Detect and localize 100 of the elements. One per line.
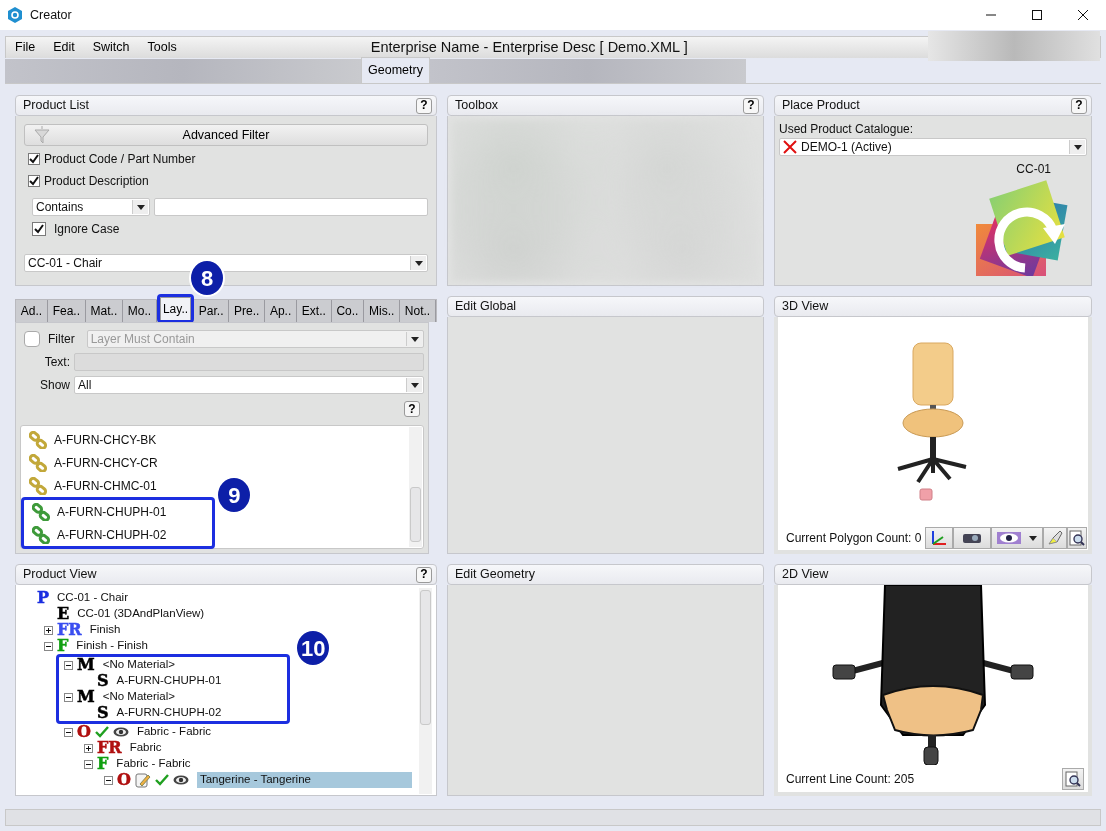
collapse-icon[interactable] bbox=[44, 641, 53, 651]
collapse-icon[interactable] bbox=[104, 775, 113, 785]
caret-icon bbox=[410, 382, 419, 388]
highlighter-icon bbox=[1047, 530, 1064, 546]
tab[interactable]: Lay.. bbox=[159, 297, 192, 320]
layer-item[interactable]: A-FURN-CHCY-BK bbox=[21, 428, 165, 451]
node-type-letter: M bbox=[77, 689, 95, 705]
catalogue-label: Used Product Catalogue: bbox=[779, 121, 915, 138]
text-field[interactable] bbox=[74, 353, 424, 371]
help-button[interactable]: ? bbox=[416, 566, 432, 583]
checkbox[interactable] bbox=[32, 222, 46, 236]
node-type-letter: P bbox=[37, 590, 50, 606]
node-type-letter: S bbox=[97, 673, 109, 689]
window-title: Creator bbox=[30, 6, 72, 24]
node-type-letter: FR bbox=[97, 740, 122, 756]
checkbox-label: Ignore Case bbox=[54, 221, 120, 238]
zoom-button[interactable] bbox=[1067, 527, 1088, 549]
scrollbar[interactable] bbox=[419, 588, 432, 794]
document-title: Enterprise Name - Enterprise Desc [ Demo.XML ] bbox=[370, 37, 688, 57]
scrollbar[interactable] bbox=[409, 427, 422, 547]
node-type-letter: O bbox=[77, 724, 91, 740]
menu-item[interactable]: Edit bbox=[44, 38, 84, 57]
tree-item[interactable]: M <No Material> bbox=[64, 657, 181, 673]
zoom-icon bbox=[1065, 771, 1081, 787]
caret-icon bbox=[414, 260, 423, 266]
node-type-letter: F bbox=[97, 756, 109, 772]
node-type-letter: E bbox=[57, 606, 70, 622]
expand-icon[interactable] bbox=[44, 625, 53, 635]
node-type-letter: S bbox=[97, 705, 109, 721]
tree-item[interactable]: M <No Material> bbox=[64, 689, 181, 705]
tree-item[interactable]: S A-FURN-CHUPH-02 bbox=[84, 705, 228, 721]
layer-item[interactable]: A-FURN-CHCY-CR bbox=[21, 451, 166, 474]
tree-item[interactable]: F Finish - Finish bbox=[44, 638, 154, 654]
layer-item[interactable]: A-FURN-CHUPH-01 bbox=[24, 500, 175, 523]
search-field[interactable] bbox=[154, 198, 428, 216]
match-mode-dropdown[interactable]: Contains bbox=[32, 198, 150, 216]
help-button[interactable]: ? bbox=[743, 97, 759, 114]
caret-icon bbox=[1029, 535, 1038, 541]
node-type-letter: M bbox=[77, 657, 95, 673]
line-count: Current Line Count: 205 bbox=[786, 771, 915, 788]
help-button[interactable]: ? bbox=[404, 401, 420, 417]
product-dropdown[interactable]: CC-01 - Chair bbox=[24, 254, 428, 272]
zoom-button[interactable] bbox=[1062, 768, 1084, 790]
camera-button[interactable] bbox=[953, 527, 992, 549]
caret-icon bbox=[1073, 144, 1082, 150]
check-icon bbox=[29, 154, 39, 164]
checkbox[interactable] bbox=[28, 175, 40, 187]
callout-number: 10 bbox=[295, 629, 332, 667]
funnel-icon bbox=[33, 126, 51, 144]
callout-number: 9 bbox=[216, 476, 253, 514]
field-label: Show bbox=[38, 377, 70, 394]
tree-item[interactable]: S A-FURN-CHUPH-01 bbox=[84, 673, 228, 689]
panel-title: Place Product bbox=[782, 97, 860, 115]
close-icon bbox=[1078, 10, 1088, 20]
tree-item[interactable]: F Fabric - Fabric bbox=[84, 756, 197, 772]
help-button[interactable]: ? bbox=[416, 97, 432, 114]
checkbox-label: Product Description bbox=[44, 173, 149, 190]
check-icon bbox=[29, 176, 39, 186]
tree-item[interactable]: FR Finish bbox=[44, 622, 127, 638]
collapse-icon[interactable] bbox=[64, 660, 73, 670]
checkbox[interactable] bbox=[28, 153, 40, 165]
node-type-letter: O bbox=[117, 772, 131, 788]
field-label: Text: bbox=[43, 354, 70, 371]
panel-title: Edit Global bbox=[455, 298, 517, 316]
cross-icon bbox=[783, 140, 797, 154]
highlight-button[interactable] bbox=[1043, 527, 1068, 549]
product-code: CC-01 bbox=[1016, 161, 1051, 178]
caret-icon bbox=[410, 336, 419, 342]
catalogue-dropdown[interactable]: DEMO-1 (Active) bbox=[779, 138, 1087, 156]
layer-item[interactable]: A-FURN-CHUPH-02 bbox=[24, 523, 175, 546]
node-type-letter: F bbox=[57, 638, 69, 654]
tree-item[interactable]: P CC-01 - Chair bbox=[24, 590, 134, 606]
tree-item[interactable]: FR Fabric bbox=[84, 740, 168, 756]
tree-item[interactable]: E CC-01 (3DAndPlanView) bbox=[44, 606, 211, 622]
expand-icon[interactable] bbox=[84, 743, 93, 753]
maximize-icon bbox=[1032, 10, 1042, 20]
show-dropdown[interactable]: All bbox=[74, 376, 424, 394]
zoom-icon bbox=[1069, 530, 1086, 546]
help-button[interactable]: ? bbox=[1071, 97, 1087, 114]
axes-button[interactable] bbox=[925, 527, 954, 549]
checkbox-label: Product Code / Part Number bbox=[44, 151, 196, 168]
layer-item[interactable]: A-FURN-CHMC-01 bbox=[21, 474, 165, 497]
caret-icon bbox=[136, 204, 145, 210]
panel-title: 2D View bbox=[782, 566, 829, 584]
menu-item[interactable]: Tools bbox=[138, 38, 186, 57]
menu-item[interactable]: Switch bbox=[83, 38, 139, 57]
panel-title: Product View bbox=[23, 566, 97, 584]
axes-icon bbox=[931, 530, 948, 546]
panel-title: Edit Geometry bbox=[455, 566, 535, 584]
menu-item[interactable]: File bbox=[6, 38, 45, 57]
tab[interactable]: Geometry bbox=[361, 57, 430, 83]
checkbox[interactable] bbox=[24, 331, 40, 347]
collapse-icon[interactable] bbox=[64, 692, 73, 702]
advanced-filter-button[interactable]: Advanced Filter bbox=[24, 124, 428, 146]
collapse-icon[interactable] bbox=[84, 759, 93, 769]
collapse-icon[interactable] bbox=[64, 727, 73, 737]
eye-button[interactable] bbox=[991, 527, 1044, 549]
check-icon bbox=[34, 224, 44, 234]
tree-item[interactable]: O Fabric - Fabric bbox=[64, 724, 218, 740]
app-icon bbox=[8, 7, 22, 23]
